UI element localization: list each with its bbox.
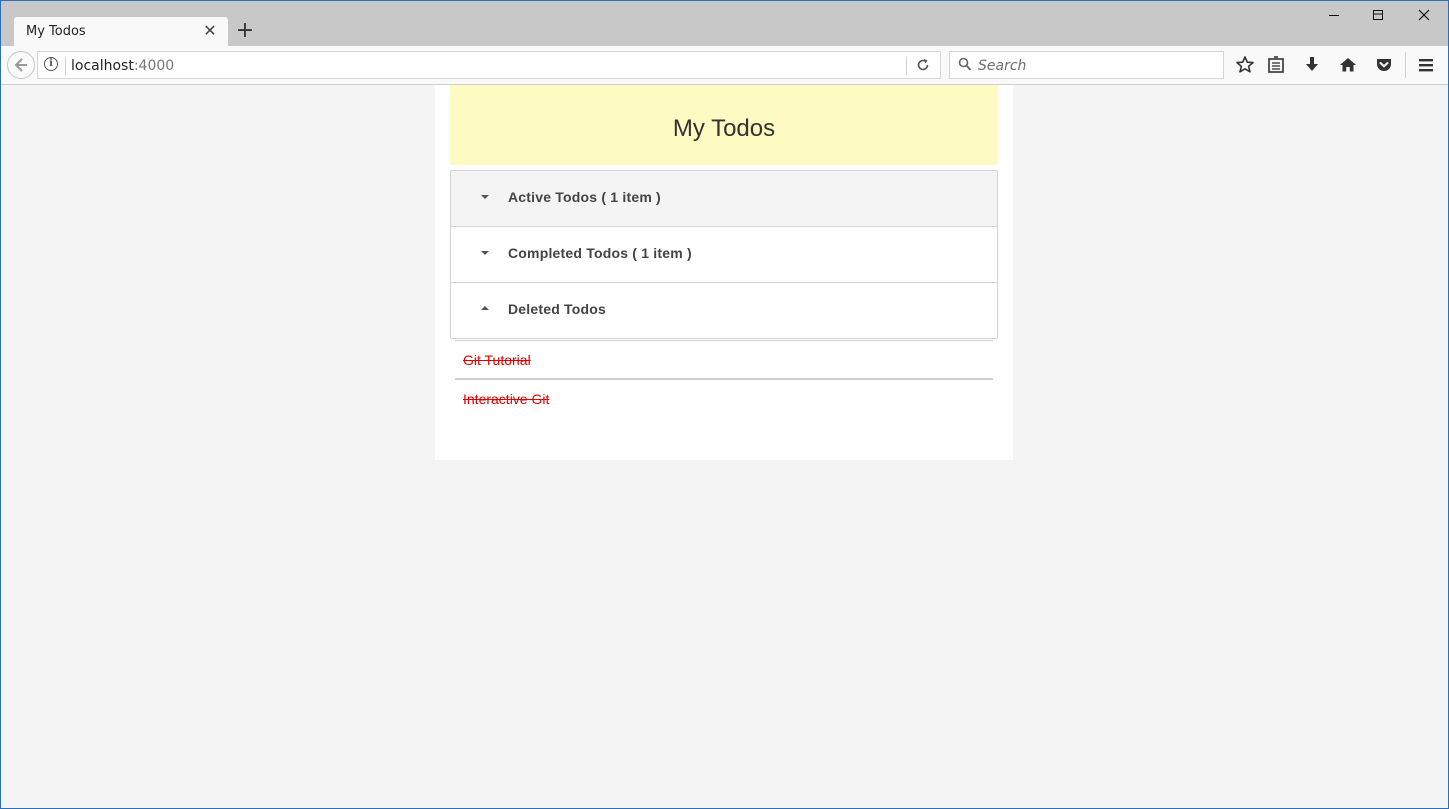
close-window-button[interactable] bbox=[1401, 4, 1447, 28]
section-label: Active Todos ( 1 item ) bbox=[508, 189, 661, 205]
reading-list-icon[interactable] bbox=[1265, 54, 1287, 76]
home-icon[interactable] bbox=[1337, 54, 1359, 76]
todo-app-container: My Todos Active Todos ( 1 item ) Complet… bbox=[435, 85, 1013, 460]
tab-close-icon[interactable]: ✕ bbox=[202, 23, 218, 39]
caret-down-icon bbox=[481, 251, 489, 255]
info-icon[interactable]: i bbox=[44, 57, 58, 71]
section-label: Deleted Todos bbox=[508, 301, 607, 317]
tab-title: My Todos bbox=[26, 24, 86, 39]
search-input[interactable] bbox=[976, 55, 1220, 77]
tab-my-todos[interactable]: My Todos ✕ bbox=[14, 17, 228, 46]
menu-hamburger-icon[interactable] bbox=[1415, 54, 1437, 76]
back-arrow-icon bbox=[14, 58, 27, 72]
section-label: Completed Todos ( 1 item ) bbox=[508, 245, 692, 261]
minimize-icon bbox=[1329, 15, 1339, 16]
search-bar[interactable] bbox=[949, 51, 1224, 79]
deleted-todos-list: Git Tutorial Interactive Git bbox=[455, 340, 993, 417]
url-host: localhost bbox=[71, 58, 134, 74]
todo-accordion: Active Todos ( 1 item ) Completed Todos … bbox=[450, 170, 998, 339]
section-completed-todos[interactable]: Completed Todos ( 1 item ) bbox=[451, 227, 997, 283]
search-icon bbox=[958, 57, 972, 71]
section-active-todos[interactable]: Active Todos ( 1 item ) bbox=[451, 171, 997, 227]
section-deleted-todos[interactable]: Deleted Todos bbox=[451, 283, 997, 338]
close-icon bbox=[1418, 9, 1430, 21]
page-title: My Todos bbox=[672, 115, 776, 142]
reload-icon bbox=[917, 59, 929, 71]
url-bar[interactable]: i localhost:4000 bbox=[37, 51, 941, 79]
app-header: My Todos bbox=[450, 85, 998, 165]
tab-bar: My Todos ✕ + bbox=[0, 0, 1449, 46]
minimize-button[interactable] bbox=[1311, 4, 1357, 28]
download-icon[interactable] bbox=[1301, 54, 1323, 76]
new-tab-button[interactable]: + bbox=[235, 20, 255, 42]
pocket-icon[interactable] bbox=[1373, 54, 1395, 76]
deleted-todo-text: Git Tutorial bbox=[463, 352, 531, 368]
reload-button[interactable] bbox=[914, 55, 932, 75]
deleted-todo-text: Interactive Git bbox=[463, 391, 550, 407]
caret-up-icon bbox=[481, 306, 489, 310]
caret-down-icon bbox=[481, 195, 489, 199]
url-port: :4000 bbox=[133, 58, 175, 74]
maximize-button[interactable] bbox=[1355, 4, 1401, 28]
navigation-bar: i localhost:4000 bbox=[0, 46, 1449, 85]
list-item[interactable]: Git Tutorial bbox=[455, 340, 993, 378]
bookmark-star-icon[interactable] bbox=[1234, 54, 1256, 76]
url-text[interactable]: localhost:4000 bbox=[71, 58, 174, 74]
back-button[interactable] bbox=[7, 51, 35, 79]
maximize-icon bbox=[1373, 10, 1383, 20]
list-item[interactable]: Interactive Git bbox=[455, 378, 993, 417]
